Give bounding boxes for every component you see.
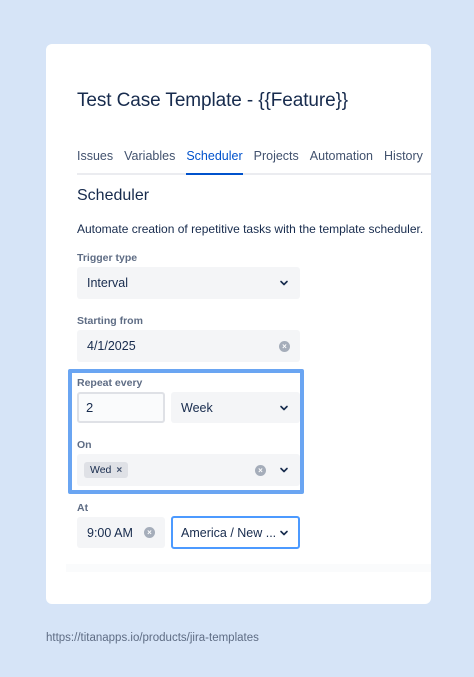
at-time-value: 9:00 AM [87,525,133,540]
chevron-down-icon [278,527,290,539]
page-title: Test Case Template - {{Feature}} [77,90,349,111]
repeat-count-value: 2 [86,400,94,415]
on-days-multiselect[interactable]: Wed × × [77,454,300,486]
repeat-every-label: Repeat every [77,377,143,389]
scheduler-description: Automate creation of repetitive tasks wi… [77,222,424,236]
source-url: https://titanapps.io/products/jira-templ… [46,632,259,644]
tab-scheduler[interactable]: Scheduler [186,149,243,175]
day-tag: Wed × [84,462,129,478]
timezone-select[interactable]: America / New ... [171,516,300,549]
day-tag-label: Wed [90,464,112,476]
scheduler-heading: Scheduler [77,187,150,204]
tab-automation[interactable]: Automation [310,149,373,173]
on-days-tags: Wed × [84,462,255,478]
tab-projects[interactable]: Projects [254,149,299,173]
tab-variables[interactable]: Variables [124,149,175,173]
starting-from-date-picker[interactable]: 4/1/2025 × [77,330,300,362]
tab-bar: Issues Variables Scheduler Projects Auto… [77,149,431,175]
card-bottom-band [66,564,431,572]
chevron-down-icon [278,277,290,289]
clear-icon[interactable]: × [144,527,155,538]
remove-tag-icon[interactable]: × [116,465,122,476]
trigger-type-select[interactable]: Interval [77,267,300,299]
timezone-value: America / New ... [181,525,277,540]
chevron-down-icon [278,402,290,414]
tab-issues[interactable]: Issues [77,149,113,173]
repeat-count-input[interactable]: 2 [77,392,165,423]
repeat-unit-value: Week [181,400,213,415]
starting-from-label: Starting from [77,315,143,327]
at-label: At [77,502,89,514]
tab-history[interactable]: History [384,149,423,173]
trigger-type-value: Interval [87,276,128,290]
chevron-down-icon [278,464,290,476]
template-card: Test Case Template - {{Feature}} Issues … [46,44,431,604]
on-label: On [77,439,92,451]
at-time-picker[interactable]: 9:00 AM × [77,517,165,548]
clear-icon[interactable]: × [255,464,266,476]
repeat-unit-select[interactable]: Week [171,392,300,423]
clear-icon[interactable]: × [279,340,290,352]
starting-from-value: 4/1/2025 [87,339,136,353]
trigger-type-label: Trigger type [77,252,138,264]
